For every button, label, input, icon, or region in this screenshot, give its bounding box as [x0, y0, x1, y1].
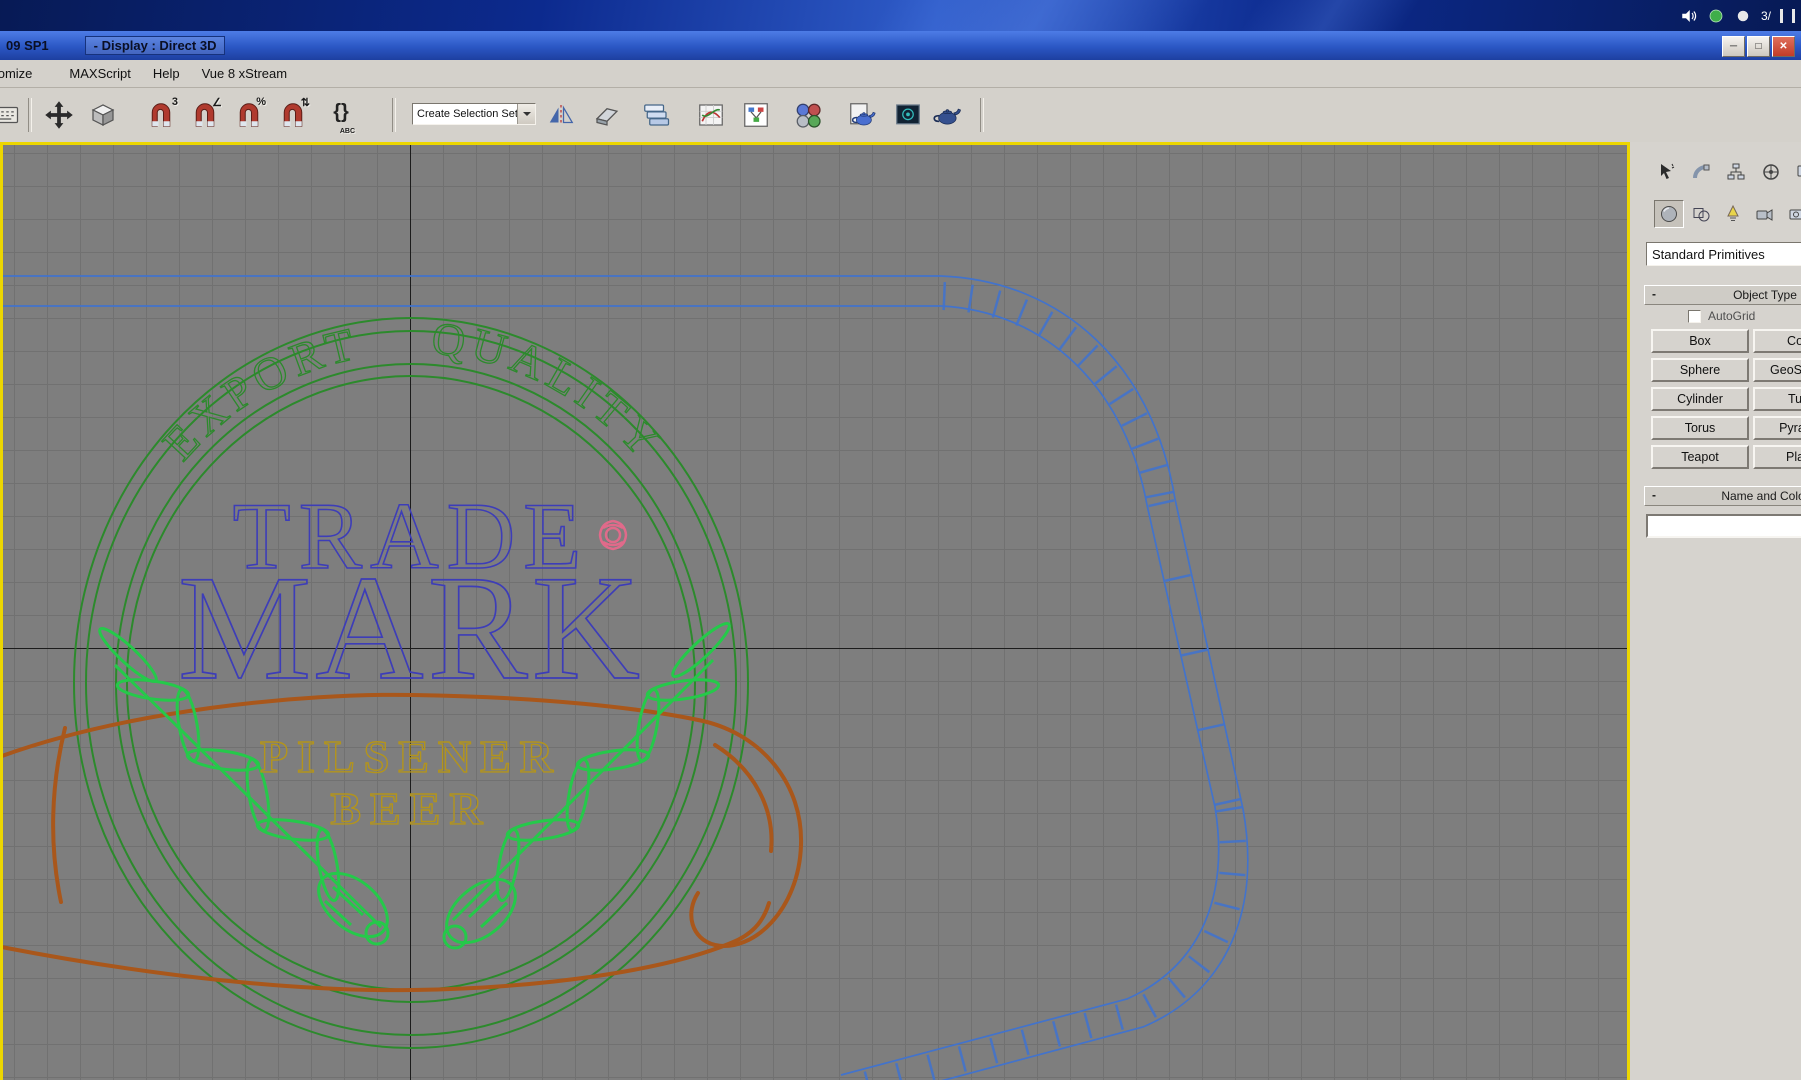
named-selection-set-combobox[interactable]: Create Selection Set — [412, 103, 536, 125]
spline-artwork: EXPORT QUALITY TRADE MARK PILSENER BEER — [3, 275, 1249, 1080]
percent-badge: % — [256, 96, 266, 108]
render-setup-icon[interactable] — [847, 100, 877, 130]
autogrid-label: AutoGrid — [1708, 309, 1756, 323]
sphere-button[interactable]: Sphere — [1651, 358, 1749, 382]
toolbar-separator — [392, 98, 396, 132]
streak-decor — [870, 0, 1210, 31]
material-editor-icon[interactable] — [793, 100, 823, 130]
category-shapes[interactable] — [1686, 200, 1716, 228]
angle-badge: ∠ — [212, 97, 222, 109]
tab-display[interactable] — [1790, 158, 1801, 186]
system-tray: 3/ — [1680, 0, 1795, 31]
name-color-rollout-header[interactable]: - Name and Color — [1644, 486, 1801, 506]
curve-editor-icon[interactable] — [696, 100, 726, 130]
schematic-view-icon[interactable] — [741, 100, 771, 130]
window-controls: ─ □ ✕ — [1722, 36, 1795, 57]
pyramid-button[interactable]: Pyramid — [1753, 416, 1801, 440]
menu-help[interactable]: Help — [142, 66, 191, 81]
menu-vue8-xstream[interactable]: Vue 8 xStream — [191, 66, 299, 81]
main-toolbar: 3 ∠ % ⇅ {} ABC Create Selection Set — [0, 88, 1801, 142]
select-and-manipulate-icon[interactable] — [44, 100, 74, 130]
maximize-button[interactable]: □ — [1747, 36, 1770, 57]
tray-app-icon[interactable] — [1734, 7, 1752, 25]
arc-text-quality: QUALITY — [429, 312, 674, 470]
rollout-title: Object Type — [1733, 288, 1797, 302]
tube-button[interactable]: Tube — [1753, 387, 1801, 411]
snaps-toggle-icon[interactable]: 3 — [146, 96, 178, 130]
pilsener-text: PILSENER — [260, 731, 562, 782]
status-green-icon[interactable] — [1707, 7, 1725, 25]
braces-glyph: {} — [333, 101, 349, 123]
close-button[interactable]: ✕ — [1772, 36, 1795, 57]
autogrid-row: AutoGrid — [1688, 309, 1755, 323]
category-cameras[interactable] — [1750, 200, 1780, 228]
box-button[interactable]: Box — [1651, 329, 1749, 353]
snap-cube-icon[interactable] — [88, 100, 118, 130]
object-name-input[interactable] — [1646, 514, 1801, 538]
mirror-icon[interactable] — [546, 100, 576, 130]
angle-snap-icon[interactable]: ∠ — [190, 97, 222, 130]
tab-motion[interactable] — [1755, 158, 1787, 186]
snap-count-badge: 3 — [171, 96, 178, 108]
display-driver-label: - Display : Direct 3D — [84, 36, 226, 55]
tray-edge-icon — [1780, 8, 1783, 23]
tray-clock: 3/ — [1760, 8, 1771, 23]
abc-glyph: ABC — [339, 128, 355, 135]
collapse-glyph: - — [1652, 287, 1656, 301]
beer-text: BEER — [330, 783, 491, 834]
object-type-rollout-header[interactable]: - Object Type — [1644, 285, 1801, 305]
dropdown-value: Standard Primitives — [1652, 246, 1765, 262]
cone-button[interactable]: Cone — [1753, 329, 1801, 353]
align-icon[interactable] — [592, 100, 622, 130]
desktop-top-strip: 3/ — [0, 0, 1801, 31]
layer-manager-icon[interactable] — [641, 100, 671, 130]
titlebar[interactable]: 09 SP1 - Display : Direct 3D ─ □ ✕ — [0, 31, 1801, 60]
rollout-title: Name and Color — [1721, 489, 1801, 503]
combobox-dropdown-arrow[interactable] — [517, 104, 535, 124]
primitive-category-dropdown[interactable]: Standard Primitives — [1646, 242, 1801, 266]
streak-decor — [1240, 0, 1420, 31]
menu-bar: Customize MAXScript Help Vue 8 xStream — [0, 60, 1801, 88]
window-title: 09 SP1 — [6, 38, 49, 53]
volume-icon[interactable] — [1680, 7, 1698, 25]
autogrid-checkbox[interactable] — [1688, 309, 1701, 323]
spinner-badge: ⇅ — [300, 97, 310, 109]
mark-text: MARK — [178, 545, 644, 711]
spinner-snap-icon[interactable]: ⇅ — [278, 97, 310, 130]
category-helpers[interactable] — [1782, 200, 1801, 228]
tab-create[interactable] — [1650, 158, 1682, 186]
application-window: 3/ 09 SP1 - Display : Direct 3D ─ □ ✕ Cu… — [0, 0, 1801, 1080]
menu-customize[interactable]: Customize — [0, 66, 58, 81]
toolbar-separator — [28, 98, 32, 132]
tray-edge-icon — [1792, 8, 1795, 23]
collapse-glyph: - — [1652, 488, 1656, 502]
plane-button[interactable]: Plane — [1753, 445, 1801, 469]
render-production-icon[interactable] — [933, 100, 963, 130]
toolbar-separator — [980, 98, 984, 132]
geosphere-button[interactable]: GeoSphere — [1753, 358, 1801, 382]
viewport[interactable]: EXPORT QUALITY TRADE MARK PILSENER BEER — [0, 142, 1630, 1080]
menu-maxscript[interactable]: MAXScript — [58, 66, 141, 81]
minimize-button[interactable]: ─ — [1722, 36, 1745, 57]
tab-hierarchy[interactable] — [1720, 158, 1752, 186]
cylinder-button[interactable]: Cylinder — [1651, 387, 1749, 411]
keyboard-override-icon[interactable] — [0, 100, 20, 130]
teapot-button[interactable]: Teapot — [1651, 445, 1749, 469]
category-lights[interactable] — [1718, 200, 1748, 228]
percent-snap-icon[interactable]: % — [234, 96, 266, 130]
edit-named-selection-sets-icon[interactable]: {} ABC — [326, 100, 356, 135]
tab-modify[interactable] — [1685, 158, 1717, 186]
arc-text-export: EXPORT — [153, 317, 365, 470]
torus-button[interactable]: Torus — [1651, 416, 1749, 440]
selection-set-value: Create Selection Set — [417, 108, 517, 120]
rendered-frame-icon[interactable] — [893, 100, 923, 130]
category-geometry[interactable] — [1654, 200, 1684, 228]
command-panel: Standard Primitives - Object Type AutoGr… — [1640, 142, 1801, 1080]
